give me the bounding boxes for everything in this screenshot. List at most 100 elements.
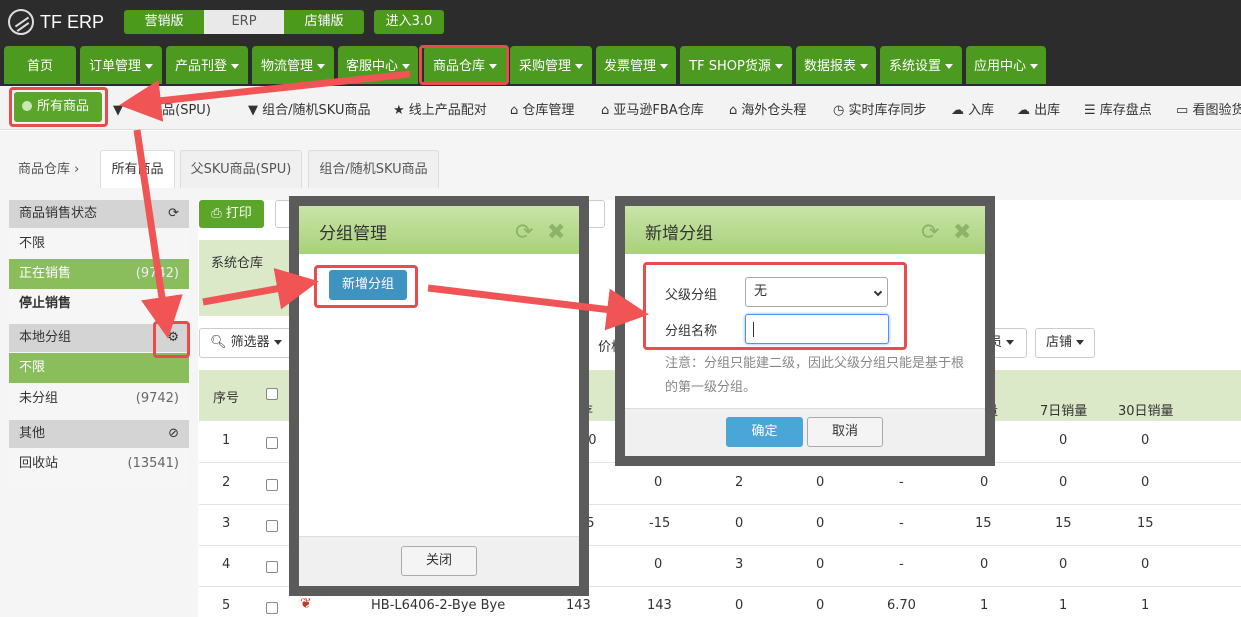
refresh-icon[interactable]: ⟳ [515, 220, 533, 245]
edition-marketing[interactable]: 营销版 [124, 10, 204, 34]
row-checkbox[interactable] [266, 437, 278, 449]
subnav-label: 库存盘点 [1099, 103, 1152, 118]
subnav-label: 海外仓头程 [741, 103, 807, 118]
breadcrumb: 商品仓库 › [18, 162, 80, 177]
main-nav: 首页 订单管理 产品刊登 物流管理 客服中心 商品仓库 采购管理 发票管理 TF… [0, 44, 1241, 86]
product-image-icon: ❦ [300, 596, 312, 612]
cloud-down-icon: ☁ [1017, 103, 1030, 118]
subnav-stocktake[interactable]: ☰ 库存盘点 [1084, 99, 1152, 118]
row-col6: 0 [816, 598, 825, 613]
star-icon: ★ [393, 103, 405, 118]
row-30d: 15 [1137, 516, 1154, 531]
system-warehouse-box: 系统仓库 [199, 240, 299, 316]
caret-down-icon [145, 64, 153, 69]
subnav-online-pairing[interactable]: ★ 线上产品配对 [393, 99, 487, 118]
search-icon: 🔍︎ [210, 335, 227, 350]
nav-purchasing[interactable]: 采购管理 [510, 46, 592, 84]
row-col5: 2 [735, 475, 744, 490]
group-count: (9742) [135, 391, 179, 406]
subnav-outbound[interactable]: ☁ 出库 [1017, 99, 1060, 118]
filter-icon: ▼ [248, 103, 258, 118]
print-button[interactable]: ⎙ 打印 [199, 200, 264, 228]
store-filter[interactable]: 店铺 [1035, 328, 1096, 358]
row-checkbox[interactable] [266, 479, 278, 491]
row-col7: 6.70 [887, 598, 916, 613]
nav-customer-service[interactable]: 客服中心 [338, 46, 418, 84]
row-checkbox[interactable] [266, 520, 278, 532]
edition-store[interactable]: 店铺版 [284, 10, 364, 34]
close-button[interactable]: 关闭 [401, 546, 477, 576]
sales-status-header: 商品销售状态 ⟳ [9, 200, 189, 228]
status-unlimited[interactable]: 不限 [9, 229, 189, 259]
subnav-inbound[interactable]: ☁ 入库 [951, 99, 994, 118]
group-ungrouped[interactable]: 未分组 (9742) [9, 384, 189, 414]
nav-settings[interactable]: 系统设置 [880, 46, 962, 84]
filter-button[interactable]: 🔍︎ 筛选器 [199, 328, 293, 358]
nav-logistics[interactable]: 物流管理 [252, 46, 334, 84]
subnav-overseas[interactable]: ⌂ 海外仓头程 [729, 99, 806, 118]
caret-down-icon [945, 64, 953, 69]
nav-home[interactable]: 首页 [4, 46, 76, 84]
nav-orders[interactable]: 订单管理 [80, 46, 162, 84]
store-label: 店铺 [1046, 335, 1073, 350]
status-on-sale[interactable]: 正在销售 (9742) [9, 259, 189, 289]
caret-down-icon [860, 64, 868, 69]
product-thumbnail[interactable]: ❦ [300, 596, 324, 614]
subnav-warehouse-mgmt[interactable]: ⌂ 仓库管理 [510, 99, 574, 118]
row-available: 143 [647, 598, 672, 613]
nav-label: 首页 [26, 59, 53, 74]
tab-spu[interactable]: 父SKU商品(SPU) [180, 150, 302, 188]
close-icon[interactable]: ✖ [547, 220, 565, 245]
nav-apps[interactable]: 应用中心 [966, 46, 1046, 84]
caret-down-icon [317, 64, 325, 69]
row-checkbox[interactable] [266, 561, 278, 573]
nav-label: 客服中心 [345, 59, 398, 74]
row-col6: 0 [816, 516, 825, 531]
status-stopped[interactable]: 停止销售 [9, 289, 189, 319]
subnav-sync[interactable]: ◷ 实时库存同步 [833, 99, 927, 118]
nav-label: 产品刊登 [174, 59, 227, 74]
row-sku[interactable]: HB-L6406-2-Bye Bye [371, 598, 505, 613]
confirm-button[interactable]: 确定 [726, 417, 803, 447]
row-index: 2 [222, 475, 231, 490]
print-icon: ⎙ [211, 206, 222, 221]
tab-combo[interactable]: 组合/随机SKU商品 [308, 150, 439, 188]
close-icon[interactable]: ✖ [953, 220, 971, 245]
subnav-inspect[interactable]: ▭ 看图验货 [1176, 99, 1241, 118]
refresh-icon[interactable]: ⟳ [921, 220, 939, 245]
row-index: 3 [222, 516, 231, 531]
col-30d-sales: 30日销量 [1118, 404, 1174, 419]
cloud-up-icon: ☁ [951, 103, 964, 118]
col-7d-sales: 7日销量 [1040, 404, 1088, 419]
row-sales: 1 [980, 598, 989, 613]
monitor-icon: ▭ [1176, 103, 1189, 118]
edition-erp[interactable]: ERP [204, 10, 284, 34]
enter-3-button[interactable]: 进入3.0 [374, 10, 444, 34]
row-sales: 0 [980, 475, 989, 490]
nav-invoice[interactable]: 发票管理 [596, 46, 676, 84]
refresh-icon[interactable]: ⟳ [168, 200, 179, 228]
subnav-fba[interactable]: ⌂ 亚马逊FBA仓库 [601, 99, 704, 118]
caret-down-icon [1006, 340, 1015, 345]
highlight-warehouse-nav [419, 45, 509, 85]
nav-tf-shop[interactable]: TF SHOP货源 [680, 46, 792, 84]
nav-reports[interactable]: 数据报表 [796, 46, 876, 84]
recycle-bin[interactable]: 回收站 (13541) [9, 449, 189, 479]
subnav-spu[interactable]: ▼ 商品(SPU) [113, 99, 211, 118]
row-available: 0 [654, 557, 663, 572]
subnav-combo[interactable]: ▼ 组合/随机SKU商品 [248, 99, 370, 118]
list-icon: ☰ [1084, 103, 1096, 118]
subnav-label: 仓库管理 [522, 103, 575, 118]
nav-label: 物流管理 [260, 59, 313, 74]
row-col5: 0 [735, 598, 744, 613]
tab-all-goods[interactable]: 所有商品 [100, 150, 175, 188]
cancel-button[interactable]: 取消 [807, 417, 883, 447]
logo[interactable]: TF ERP [8, 9, 104, 35]
row-stock: 143 [566, 598, 591, 613]
row-checkbox[interactable] [266, 602, 278, 614]
row-col6: 0 [816, 557, 825, 572]
nav-listing[interactable]: 产品刊登 [166, 46, 248, 84]
subnav-label: 线上产品配对 [408, 103, 487, 118]
select-all-checkbox[interactable] [266, 388, 278, 400]
row-col6: 0 [816, 475, 825, 490]
